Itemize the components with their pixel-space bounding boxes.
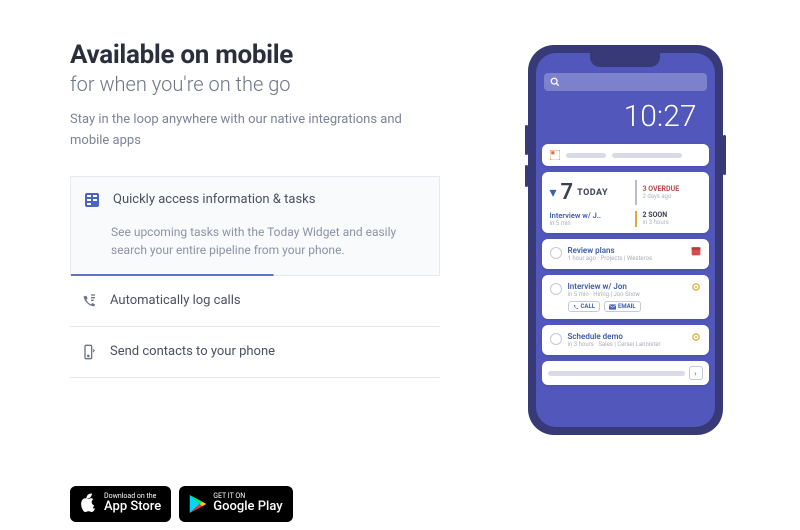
task-checkbox xyxy=(550,247,562,259)
badge-big-text: App Store xyxy=(104,500,161,514)
page-heading: Available on mobile xyxy=(70,40,450,70)
accordion-body: See upcoming tasks with the Today Widget… xyxy=(71,223,439,275)
task-checkbox xyxy=(550,333,562,345)
calendar-icon xyxy=(691,246,701,256)
apple-icon xyxy=(80,493,98,515)
feature-accordion: Quickly access information & tasks See u… xyxy=(70,176,440,378)
app-store-badge[interactable]: Download on the App Store xyxy=(70,486,171,522)
accordion-item-send-contacts[interactable]: Send contacts to your phone xyxy=(70,327,440,378)
gear-icon xyxy=(691,282,701,292)
email-button: EMAIL xyxy=(604,301,641,312)
phone-log-icon xyxy=(80,292,98,310)
call-button: CALL xyxy=(568,301,600,312)
phone-mockup: 10:27 ▾ 7 TODAY xyxy=(528,45,723,435)
widget-task-review: Review plans 1 hour ago · Projects | Wes… xyxy=(542,239,709,269)
email-icon xyxy=(609,304,616,310)
accordion-title: Automatically log calls xyxy=(110,293,241,308)
accordion-item-log-calls[interactable]: Automatically log calls xyxy=(70,276,440,327)
phone-search-bar xyxy=(544,73,707,91)
list-widget-icon xyxy=(83,191,101,209)
search-icon xyxy=(550,77,560,87)
widget-task-schedule: Schedule demo in 3 hours · Sales | Cerse… xyxy=(542,325,709,355)
widget-today-summary: ▾ 7 TODAY 3 OVERDUE 2 days ago Interview… xyxy=(542,172,709,233)
today-label: TODAY xyxy=(577,188,608,198)
task-checkbox xyxy=(550,283,562,295)
google-play-badge[interactable]: GET IT ON Google Play xyxy=(179,486,292,522)
widget-header xyxy=(542,144,709,166)
gear-icon xyxy=(691,332,701,342)
today-count: 7 xyxy=(561,180,574,205)
accordion-item-access-info[interactable]: Quickly access information & tasks See u… xyxy=(70,176,440,276)
accordion-title: Quickly access information & tasks xyxy=(113,192,315,207)
page-subheading: for when you're on the go xyxy=(70,72,450,96)
chevron-right-icon: › xyxy=(689,366,703,380)
intro-text: Stay in the loop anywhere with our nativ… xyxy=(70,110,430,152)
badge-big-text: Google Play xyxy=(213,500,282,514)
accordion-title: Send contacts to your phone xyxy=(110,344,275,359)
app-icon xyxy=(550,150,560,160)
google-play-icon xyxy=(189,494,207,514)
phone-clock: 10:27 xyxy=(536,91,715,144)
widget-task-interview: Interview w/ Jon in 5 min · Hiring | Jon… xyxy=(542,275,709,319)
phone-icon xyxy=(573,304,579,310)
widget-footer: › xyxy=(542,361,709,385)
phone-sync-icon xyxy=(80,343,98,361)
